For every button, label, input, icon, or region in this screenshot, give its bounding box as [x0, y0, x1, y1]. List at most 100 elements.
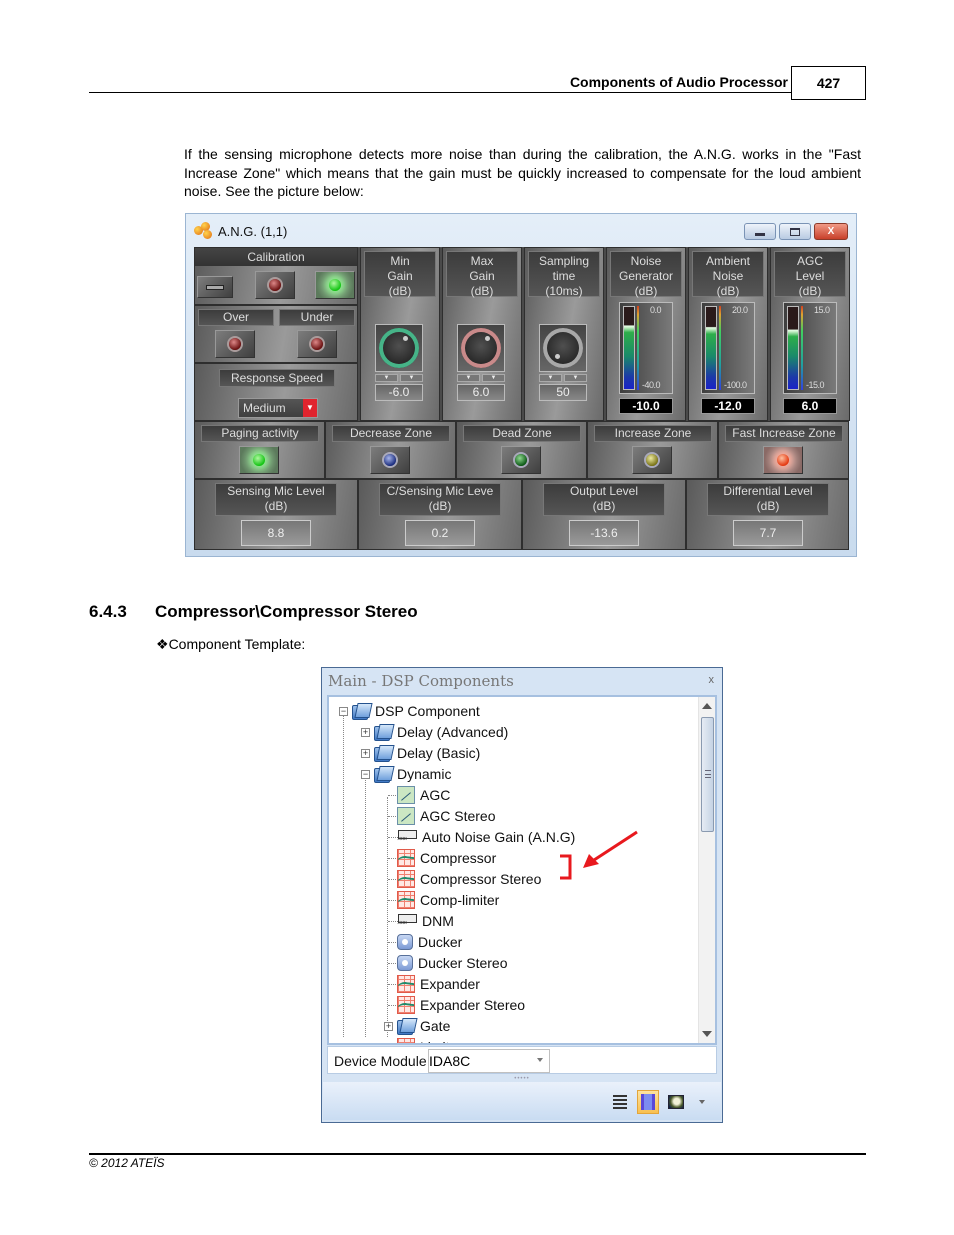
tree-item[interactable]: Gate: [397, 1016, 450, 1036]
scroll-up-icon[interactable]: [702, 703, 712, 709]
folder-open-icon: [352, 703, 370, 720]
led-icon: [515, 454, 527, 466]
expand-icon[interactable]: +: [361, 749, 370, 758]
over-indicator: [215, 330, 255, 358]
level-value: 7.7: [733, 520, 803, 546]
footer-copyright: © 2012 ATEÏS: [89, 1156, 165, 1170]
knob-label: Min Gain (dB): [364, 251, 436, 298]
collapse-icon[interactable]: −: [339, 707, 348, 716]
list-view-button[interactable]: [609, 1090, 631, 1114]
tree-item-label: DSP Component: [375, 703, 480, 719]
tree-item[interactable]: Delay (Basic): [374, 743, 480, 763]
image-view-button[interactable]: [665, 1090, 687, 1114]
knob-control[interactable]: [539, 324, 587, 372]
zone-panel: Paging activity: [194, 421, 325, 479]
level-meter: 15.0 -15.0: [783, 302, 837, 394]
tree-item[interactable]: Expander Stereo: [397, 995, 525, 1015]
maximize-button[interactable]: [779, 223, 811, 240]
knob-label: Sampling time (10ms): [528, 251, 600, 298]
level-panel: Sensing Mic Level (dB) 8.8: [194, 479, 358, 550]
tree-item[interactable]: DNM: [397, 911, 454, 931]
tree-item[interactable]: Limiter: [397, 1037, 462, 1043]
calibration-panel: Calibration: [194, 247, 358, 305]
tree-item[interactable]: AGC Stereo: [397, 806, 495, 826]
meter-max-label: 20.0: [732, 305, 748, 315]
tree-item[interactable]: Ducker Stereo: [397, 953, 507, 973]
tree-item[interactable]: Compressor: [397, 848, 496, 868]
step-down-button[interactable]: ▼: [457, 374, 480, 382]
maximize-icon: [790, 227, 800, 236]
bullet-text: Component Template:: [168, 636, 306, 652]
calibration-stop-button[interactable]: [197, 276, 233, 298]
tree-item-label: Auto Noise Gain (A.N.G): [422, 829, 576, 845]
led-icon: [777, 454, 789, 466]
tree-item[interactable]: Delay (Advanced): [374, 722, 508, 742]
knob-control[interactable]: [457, 324, 505, 372]
tree-item-label: Gate: [420, 1018, 451, 1034]
tree-item[interactable]: Compressor Stereo: [397, 869, 541, 889]
level-label: Output Level (dB): [543, 483, 665, 516]
device-module-bar: Device Module IDA8C: [327, 1046, 717, 1074]
expand-icon[interactable]: +: [384, 1022, 393, 1031]
knob-steppers: ▼ ▼: [457, 374, 505, 382]
knob-value[interactable]: 6.0: [457, 384, 505, 401]
tree-item[interactable]: Comp-limiter: [397, 890, 499, 910]
knob-icon: [379, 328, 419, 368]
tree-item[interactable]: DSP Component: [352, 701, 480, 721]
close-icon[interactable]: x: [709, 674, 715, 686]
calibration-active-indicator: [315, 271, 355, 299]
response-speed-dropdown[interactable]: Medium ▼: [238, 398, 318, 418]
level-label: C/Sensing Mic Leve (dB): [379, 483, 501, 516]
chevron-down-icon[interactable]: [537, 1058, 543, 1062]
tree-item[interactable]: Expander: [397, 974, 480, 994]
knob-value[interactable]: 50: [539, 384, 587, 401]
folder-icon: [397, 1018, 415, 1035]
device-module-value: IDA8C: [429, 1053, 471, 1069]
tree-scrollbar[interactable]: [698, 697, 715, 1043]
folder-icon: [374, 724, 392, 741]
tree-item[interactable]: Auto Noise Gain (A.N.G): [397, 827, 575, 847]
zone-indicator: [370, 446, 410, 474]
section-number: 6.4.3: [89, 602, 127, 621]
over-under-panel: Over Under: [194, 305, 358, 363]
knob-column: Sampling time (10ms) ▼ ▼ 50: [524, 247, 604, 421]
step-up-button[interactable]: ▼: [564, 374, 587, 382]
meter-min-label: -100.0: [724, 380, 747, 390]
scroll-down-icon[interactable]: [702, 1031, 712, 1037]
meter-value: -12.0: [701, 398, 755, 414]
zone-panel: Increase Zone: [587, 421, 718, 479]
zone-panel: Fast Increase Zone: [718, 421, 849, 479]
level-value: -13.6: [569, 520, 639, 546]
tree-item-label: Compressor Stereo: [420, 871, 542, 887]
knob-value[interactable]: -6.0: [375, 384, 423, 401]
device-module-select[interactable]: IDA8C: [428, 1049, 550, 1073]
ang-window-title-text: A.N.G. (1,1): [218, 223, 288, 239]
calibration-label: Calibration: [195, 248, 357, 266]
step-up-button[interactable]: ▼: [482, 374, 505, 382]
tree-item[interactable]: Ducker: [397, 932, 462, 952]
component-view-button[interactable]: [637, 1090, 659, 1114]
calibration-start-button[interactable]: [255, 271, 295, 299]
knob-column: Max Gain (dB) ▼ ▼ 6.0: [442, 247, 522, 421]
ducker-icon: [397, 955, 413, 971]
toolbar-overflow-icon[interactable]: [699, 1100, 705, 1104]
expand-icon[interactable]: +: [361, 728, 370, 737]
close-button[interactable]: X: [814, 223, 848, 240]
step-up-button[interactable]: ▼: [400, 374, 423, 382]
knob-control[interactable]: [375, 324, 423, 372]
knob-pointer: [485, 336, 490, 341]
minimize-button[interactable]: [744, 223, 776, 240]
meter-column: Ambient Noise (dB) 20.0 -100.0 -12.0: [688, 247, 768, 421]
tree-item[interactable]: AGC: [397, 785, 450, 805]
annotation-arrowhead: [583, 854, 599, 868]
step-down-button[interactable]: ▼: [375, 374, 398, 382]
chevron-down-icon[interactable]: ▼: [303, 399, 317, 417]
scrollbar-thumb[interactable]: [701, 717, 714, 832]
tree-item-label: Comp-limiter: [420, 892, 500, 908]
tree-item-label: Expander Stereo: [420, 997, 526, 1013]
step-down-button[interactable]: ▼: [539, 374, 562, 382]
dsp-components-window: Main - DSP Components x − DSP Component + D…: [321, 667, 723, 1123]
tree-item-label: Limiter: [420, 1039, 462, 1043]
collapse-icon[interactable]: −: [361, 770, 370, 779]
tree-item[interactable]: Dynamic: [374, 764, 451, 784]
